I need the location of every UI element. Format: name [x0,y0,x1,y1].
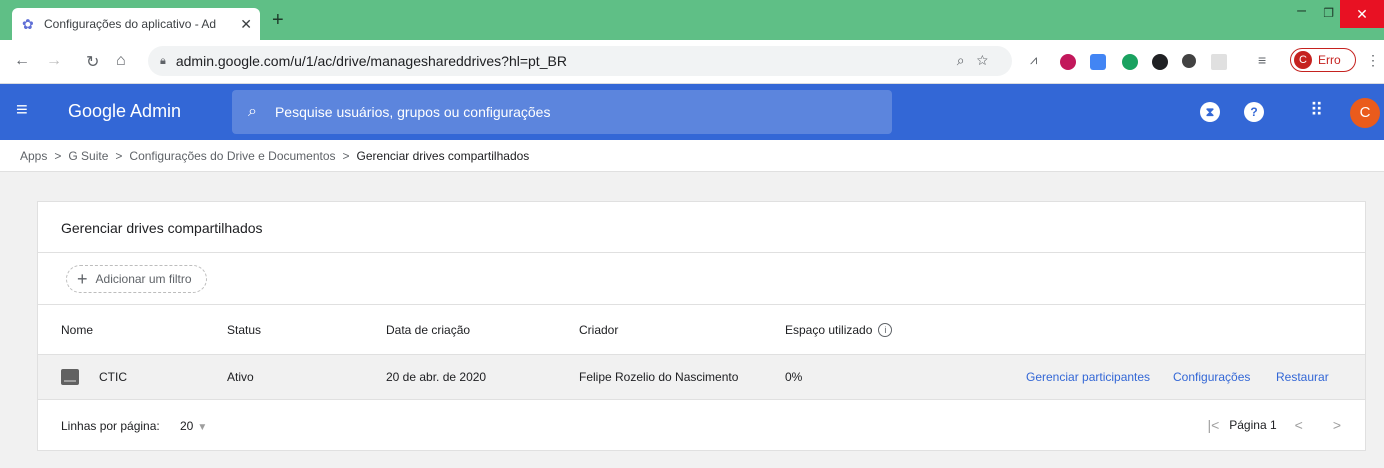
page-indicator: Página 1 [1229,418,1277,432]
chevron-right-icon: > [115,148,123,163]
url-text: admin.google.com/u/1/ac/drive/manageshar… [175,53,567,69]
extension-translate-icon[interactable] [1090,54,1106,70]
card-title: Gerenciar drives compartilhados [38,202,1365,253]
reload-icon[interactable]: ↻ [86,52,99,72]
filter-bar: + Adicionar um filtro [38,253,1365,305]
hourglass-icon[interactable]: ⧗ [1200,102,1220,122]
account-avatar[interactable]: C [1350,98,1380,128]
extension-circle-icon[interactable] [1182,54,1196,68]
restore-link[interactable]: Restaurar [1276,355,1329,399]
back-arrow-icon[interactable]: ← [14,52,30,70]
lock-icon: 🔒︎ [160,54,166,67]
drive-name-cell: CTIC [61,355,127,399]
browser-toolbar: ← → ↻ ⌂ 🔒︎ admin.google.com/u/1/ac/drive… [0,40,1384,84]
forward-arrow-icon[interactable]: → [46,52,62,70]
search-placeholder: Pesquise usuários, grupos ou configuraçõ… [274,104,551,120]
address-bar[interactable]: 🔒︎ admin.google.com/u/1/ac/drive/manages… [148,46,1012,76]
extension-download-icon[interactable] [1060,54,1076,70]
profile-button[interactable]: C Erro [1290,48,1356,72]
drive-status: Ativo [227,370,254,384]
column-header-name[interactable]: Nome [61,305,93,354]
rows-per-page-value: 20 [180,419,194,433]
close-window-icon[interactable]: ✕ [1340,0,1384,28]
breadcrumb: Apps > G Suite > Configurações do Drive … [0,140,1384,172]
column-header-created[interactable]: Data de criação [386,305,470,354]
breadcrumb-drive-settings[interactable]: Configurações do Drive e Documentos [129,149,335,163]
browser-menu-icon[interactable]: ⋮ [1366,52,1382,68]
extension-pulse-icon[interactable]: ⩘ [1030,52,1046,68]
column-header-usage[interactable]: Espaço utilizado [785,323,872,337]
breadcrumb-current: Gerenciar drives compartilhados [356,148,530,163]
breadcrumb-apps[interactable]: Apps [20,149,47,163]
brand-title[interactable]: Google Admin [68,101,181,122]
table-header: Nome Status Data de criação Criador Espa… [38,305,1365,355]
settings-gear-icon: ✿ [22,16,34,32]
chevron-right-icon: > [342,148,350,163]
restore-window-icon[interactable]: ❐ [1323,6,1334,20]
profile-avatar: C [1294,51,1312,69]
dropdown-caret-icon: ▼ [197,422,208,433]
drive-name: CTIC [99,370,127,384]
drive-creator: Felipe Rozelio do Nascimento [579,370,739,384]
browser-tab[interactable]: ✿ Configurações do aplicativo - Ad ✕ [12,8,260,40]
column-header-usage-wrap: Espaço utilizado i [785,305,893,354]
home-icon[interactable]: ⌂ [116,52,126,70]
column-header-creator[interactable]: Criador [579,305,618,354]
close-tab-icon[interactable]: ✕ [240,16,252,33]
pagination: |< Página 1 < > [1207,417,1341,433]
drive-created: 20 de abr. de 2020 [386,370,487,384]
add-filter-button[interactable]: + Adicionar um filtro [66,265,207,293]
new-tab-icon[interactable]: + [272,10,284,30]
search-bar[interactable]: ⌕ Pesquise usuários, grupos ou configura… [232,90,892,134]
shared-drives-card: Gerenciar drives compartilhados + Adicio… [37,201,1366,451]
reading-list-icon[interactable]: ≡ [1258,52,1274,68]
rows-per-page-label: Linhas por página: [61,419,160,433]
manage-members-link[interactable]: Gerenciar participantes [1026,355,1150,399]
column-header-status[interactable]: Status [227,305,261,354]
help-icon[interactable]: ? [1244,102,1264,122]
tab-title: Configurações do aplicativo - Ad [44,17,217,31]
hamburger-menu-icon[interactable]: ≡ [16,99,28,122]
minimize-icon[interactable]: – [1297,2,1306,20]
info-icon[interactable]: i [878,322,893,337]
table-row[interactable]: CTIC Ativo 20 de abr. de 2020 Felipe Roz… [38,355,1365,400]
extension-pdf-icon[interactable] [1211,54,1227,70]
rows-per-page-select[interactable]: 20 ▼ [180,419,207,433]
extension-dark-icon[interactable] [1152,54,1168,70]
admin-header: ≡ Google Admin ⌕ Pesquise usuários, grup… [0,84,1384,140]
drive-usage: 0% [785,370,803,384]
apps-grid-icon[interactable]: ⠿ [1310,100,1323,121]
zoom-and-bookmark-icons[interactable]: ⌕☆ [957,52,1000,69]
plus-icon: + [77,268,88,289]
shared-drive-icon [61,369,79,385]
profile-status: Erro [1318,53,1341,67]
first-page-icon[interactable]: |< [1207,417,1219,433]
search-icon: ⌕ [248,103,257,120]
table-footer: Linhas por página: 20 ▼ |< Página 1 < > [38,400,1365,452]
extension-green-icon[interactable] [1122,54,1138,70]
settings-link[interactable]: Configurações [1173,355,1250,399]
browser-tabstrip: ✿ Configurações do aplicativo - Ad ✕ + –… [0,0,1384,40]
breadcrumb-gsuite[interactable]: G Suite [68,149,108,163]
next-page-icon[interactable]: > [1333,417,1341,433]
previous-page-icon[interactable]: < [1295,417,1303,433]
add-filter-label: Adicionar um filtro [95,272,192,286]
chevron-right-icon: > [54,148,62,163]
